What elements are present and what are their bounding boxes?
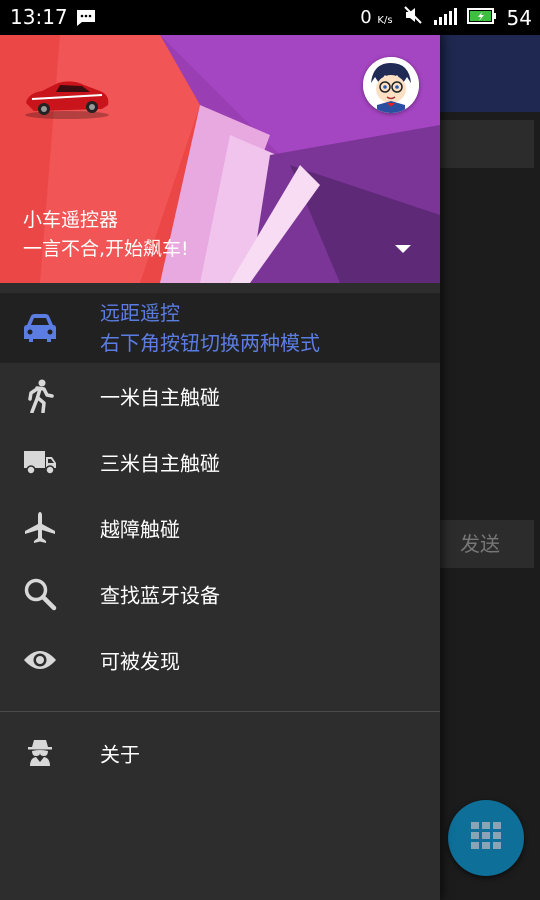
menu-divider: [0, 711, 440, 712]
account-dropdown-icon[interactable]: [394, 239, 412, 258]
menu-item-one-meter[interactable]: 一米自主触碰: [0, 363, 440, 429]
menu-item-discoverable[interactable]: 可被发现: [0, 627, 440, 693]
menu-item-label: 关于: [100, 742, 140, 767]
drawer-header: 小车遥控器 一言不合,开始飙车!: [0, 35, 440, 283]
menu-item-label: 查找蓝牙设备: [100, 583, 220, 608]
app-title: 小车遥控器: [23, 209, 119, 231]
status-bar: 13:17 0 K/s 54: [0, 0, 540, 35]
car-logo: [22, 75, 112, 124]
truck-icon: [22, 444, 58, 480]
message-notification-icon: [75, 8, 97, 32]
menu-item-obstacle[interactable]: 越障触碰: [0, 495, 440, 561]
search-icon: [22, 576, 58, 612]
car-icon: [22, 310, 58, 346]
menu-item-label: 越障触碰: [100, 517, 180, 542]
menu-item-three-meter[interactable]: 三米自主触碰: [0, 429, 440, 495]
walk-icon: [22, 378, 58, 414]
menu-item-label: 远距遥控: [100, 301, 180, 325]
network-speed: 0 K/s: [360, 7, 393, 28]
menu-item-sublabel: 右下角按钮切换两种模式: [100, 331, 320, 355]
battery-level: 54: [506, 5, 532, 30]
navigation-drawer: 小车遥控器 一言不合,开始飙车! 远距遥控 右下角按钮切换两种模式 一米自主触碰…: [0, 35, 440, 900]
user-avatar[interactable]: [363, 57, 419, 113]
menu-item-label: 一米自主触碰: [100, 385, 220, 410]
menu-item-remote-control[interactable]: 远距遥控 右下角按钮切换两种模式: [0, 293, 440, 363]
signal-icon: [433, 6, 457, 30]
airplane-icon: [22, 510, 58, 546]
grid-icon: [470, 820, 502, 856]
menu-item-label: 可被发现: [100, 649, 180, 674]
mute-icon: [403, 5, 423, 30]
spy-icon: [22, 735, 58, 771]
menu-item-about[interactable]: 关于: [0, 720, 440, 786]
send-button[interactable]: 发送: [440, 520, 534, 568]
app-subtitle: 一言不合,开始飙车!: [23, 238, 189, 260]
menu-item-find-bluetooth[interactable]: 查找蓝牙设备: [0, 561, 440, 627]
eye-icon: [22, 642, 58, 678]
mode-switch-fab[interactable]: [448, 800, 524, 876]
drawer-menu: 远距遥控 右下角按钮切换两种模式 一米自主触碰 三米自主触碰 越障触碰 查找蓝牙…: [0, 293, 440, 786]
status-time: 13:17: [10, 5, 68, 29]
input-field[interactable]: [440, 120, 534, 168]
battery-icon: [466, 6, 497, 30]
menu-item-label: 三米自主触碰: [100, 451, 220, 476]
